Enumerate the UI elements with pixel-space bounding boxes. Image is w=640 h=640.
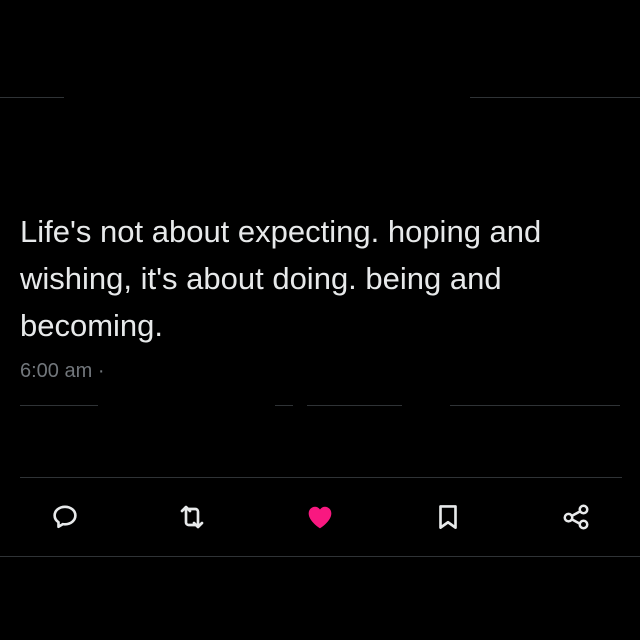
- tweet-time[interactable]: 6:00 am: [20, 360, 92, 382]
- top-divider-right: [470, 97, 640, 98]
- bookmark-icon: [439, 505, 457, 529]
- heart-icon: [308, 506, 332, 529]
- retweet-button[interactable]: [170, 495, 214, 539]
- stats-divider-1: [20, 405, 98, 406]
- bookmark-button[interactable]: [426, 495, 470, 539]
- like-button[interactable]: [298, 495, 342, 539]
- actions-top-divider: [20, 477, 622, 478]
- retweet-icon: [180, 505, 204, 529]
- stats-divider-4: [450, 405, 620, 406]
- share-icon: [563, 504, 589, 530]
- stats-divider-3: [307, 405, 402, 406]
- stats-divider-2: [275, 405, 293, 406]
- tweet-text: Life's not about expecting. hoping and w…: [20, 214, 542, 343]
- share-button[interactable]: [554, 495, 598, 539]
- meta-separator: ·: [97, 360, 105, 382]
- tweet-meta: 6:00 am ·: [20, 358, 105, 384]
- reply-button[interactable]: [43, 495, 87, 539]
- top-divider-left: [0, 97, 64, 98]
- reply-icon: [53, 505, 77, 529]
- tweet-action-bar: [0, 495, 640, 541]
- actions-bottom-divider: [0, 556, 640, 557]
